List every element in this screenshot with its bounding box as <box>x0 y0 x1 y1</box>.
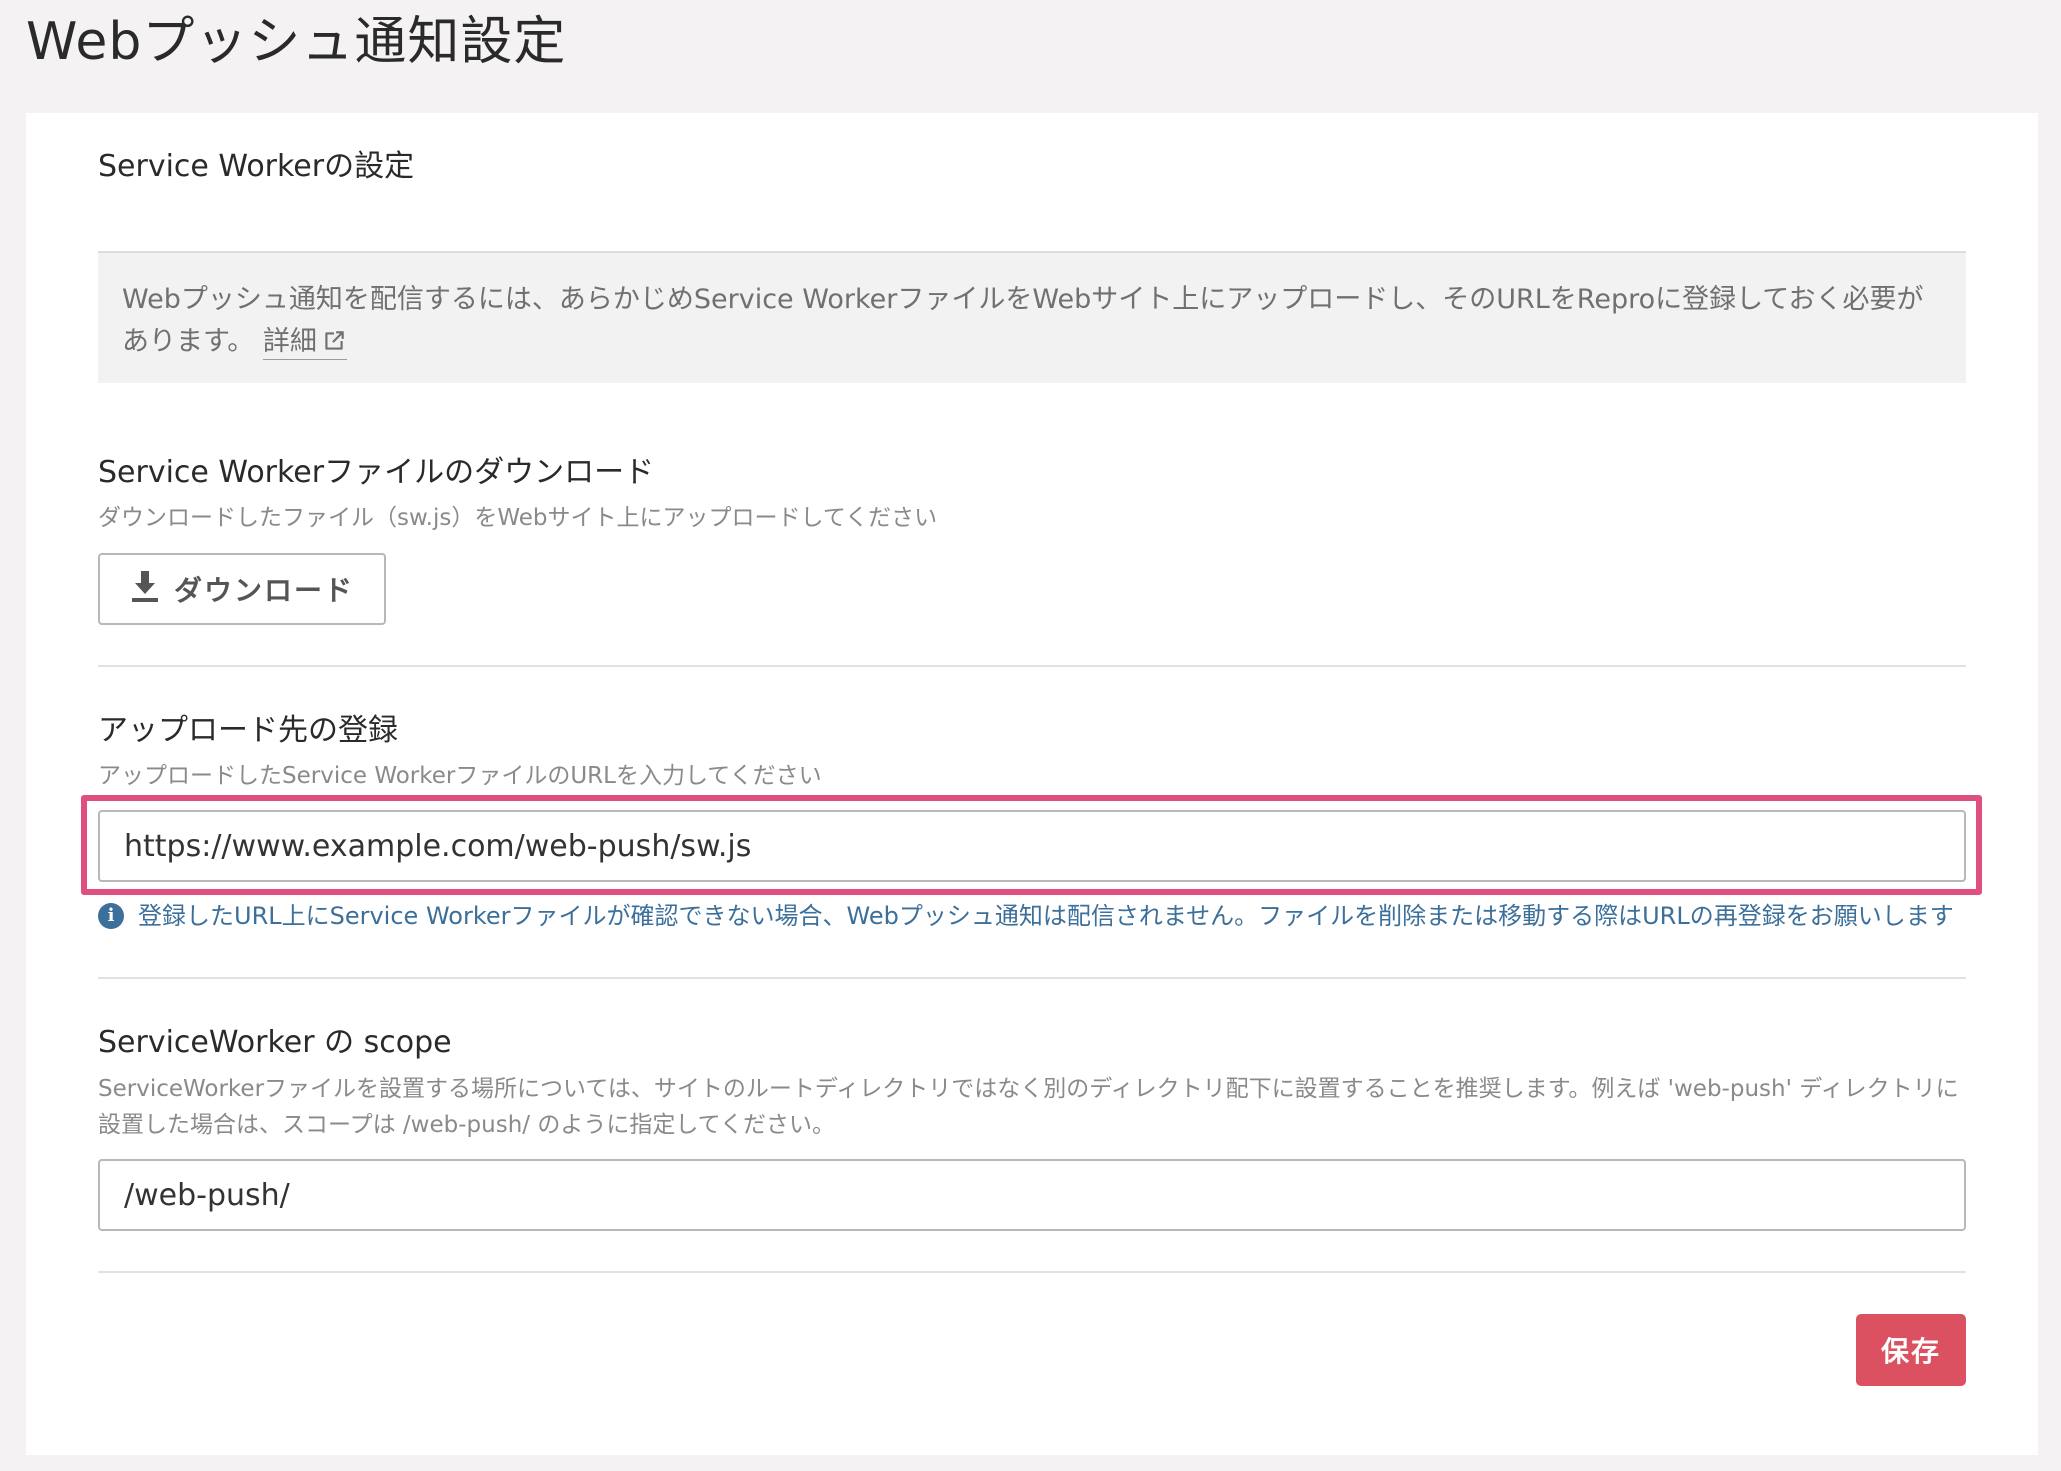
service-worker-notice: Webプッシュ通知を配信するには、あらかじめService Workerファイル… <box>98 251 1966 383</box>
info-icon: i <box>98 903 124 929</box>
detail-link[interactable]: 詳細 <box>262 326 347 360</box>
download-hint: ダウンロードしたファイル（sw.js）をWebサイト上にアップロードしてください <box>98 505 938 531</box>
divider <box>98 1271 1966 1273</box>
service-worker-settings-heading: Service Workerの設定 <box>98 149 415 184</box>
divider <box>98 665 1966 667</box>
settings-card: Service Workerの設定 Webプッシュ通知を配信するには、あらかじめ… <box>26 113 2038 1455</box>
scope-input[interactable] <box>98 1159 1966 1231</box>
detail-link-label: 詳細 <box>262 326 317 357</box>
page-title: Webプッシュ通知設定 <box>26 12 567 72</box>
external-link-icon <box>321 325 347 367</box>
upload-section-heading: アップロード先の登録 <box>98 713 398 748</box>
upload-hint: アップロードしたService WorkerファイルのURLを入力してください <box>98 763 822 789</box>
download-section-heading: Service Workerファイルのダウンロード <box>98 455 655 490</box>
service-worker-url-input[interactable] <box>98 810 1966 882</box>
download-button[interactable]: ダウンロード <box>98 553 386 625</box>
divider <box>98 977 1966 979</box>
url-info-message: i 登録したURL上にService Workerファイルが確認できない場合、W… <box>98 899 1998 933</box>
download-icon <box>130 569 174 610</box>
download-button-label: ダウンロード <box>173 574 354 607</box>
save-button[interactable]: 保存 <box>1856 1314 1966 1386</box>
info-text: 登録したURL上にService Workerファイルが確認できない場合、Web… <box>138 902 1954 930</box>
scope-section-heading: ServiceWorker の scope <box>98 1025 452 1060</box>
notice-text: Webプッシュ通知を配信するには、あらかじめService Workerファイル… <box>122 284 1924 357</box>
scope-description: ServiceWorkerファイルを設置する場所については、サイトのルートディレ… <box>98 1076 1959 1138</box>
